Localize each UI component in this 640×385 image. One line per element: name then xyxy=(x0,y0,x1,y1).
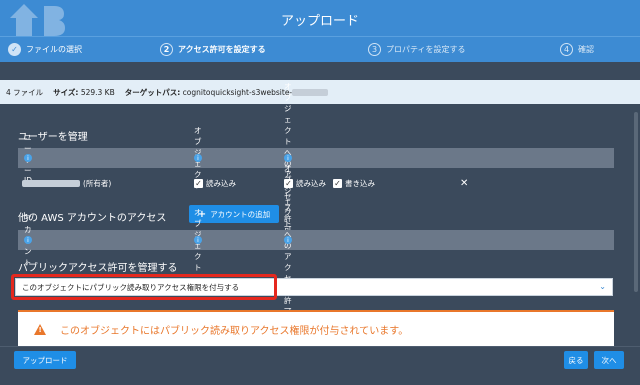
modal-title: アップロード xyxy=(280,14,359,29)
access-write-checkbox[interactable]: ✓ xyxy=(333,179,342,188)
step-set-properties[interactable]: 3 プロパティを設定する xyxy=(368,43,466,56)
upload-button[interactable]: アップロード xyxy=(14,351,76,369)
add-account-button[interactable]: + アカウントの追加 xyxy=(189,205,279,223)
accounts-table-header: アカウントi オブジェクトi オブジェクトへのアクセス許可i xyxy=(18,164,614,316)
step-review[interactable]: 4 確認 xyxy=(560,43,594,56)
step-number: 2 xyxy=(160,43,173,56)
info-icon[interactable]: i xyxy=(24,154,32,162)
read-label: 読み込み xyxy=(296,179,326,188)
size-value: 529.3 KB xyxy=(80,87,115,97)
modal-header: アップロード xyxy=(0,0,640,36)
target-path-label: ターゲットパス: xyxy=(124,87,181,97)
redacted-text xyxy=(292,89,329,96)
size-label: サイズ: xyxy=(53,87,79,97)
step-number: 3 xyxy=(368,43,381,56)
table-row: (所有者) ✓ 読み込み ✓ 読み込み ✓ 書き込み ✕ xyxy=(18,174,614,194)
info-icon[interactable]: i xyxy=(194,154,202,162)
next-button[interactable]: 次へ xyxy=(594,351,624,369)
public-access-warning: ! このオブジェクトにはパブリック読み取りアクセス権限が付与されています。 xyxy=(18,310,614,346)
file-count: 4 ファイル xyxy=(6,87,44,97)
scrollbar[interactable] xyxy=(634,112,638,292)
owner-label: (所有者) xyxy=(83,179,112,188)
back-button[interactable]: 戻る xyxy=(564,351,588,369)
redacted-user-id xyxy=(22,180,80,187)
info-icon[interactable]: i xyxy=(24,236,32,244)
checkmark-icon: ✓ xyxy=(8,43,21,56)
info-icon[interactable]: i xyxy=(284,236,292,244)
info-icon[interactable]: i xyxy=(194,236,202,244)
read-label: 読み込み xyxy=(206,179,236,188)
public-access-title: パブリックアクセス許可を管理する xyxy=(18,263,178,274)
step-label: アクセス許可を設定する xyxy=(178,45,266,54)
step-number: 4 xyxy=(560,43,573,56)
footer-divider xyxy=(0,346,640,347)
object-read-checkbox[interactable]: ✓ xyxy=(194,179,203,188)
highlight-annotation xyxy=(11,274,277,300)
users-table-header: ユーザー IDi オブジェクトi オブジェクトへのアクセス許可i xyxy=(18,82,614,234)
other-accounts-title: 他の AWS アカウントのアクセス xyxy=(18,213,167,224)
info-icon[interactable]: i xyxy=(284,154,292,162)
chevron-down-icon: ⌄ xyxy=(599,282,606,291)
warning-text: このオブジェクトにはパブリック読み取りアクセス権限が付与されています。 xyxy=(60,325,409,337)
add-account-label: アカウントの追加 xyxy=(210,209,271,219)
write-label: 書き込み xyxy=(345,179,375,188)
step-label: ファイルの選択 xyxy=(26,45,82,54)
step-label: プロパティを設定する xyxy=(386,45,466,54)
step-label: 確認 xyxy=(578,45,594,54)
remove-icon[interactable]: ✕ xyxy=(460,178,468,189)
wizard-steps: ✓ ファイルの選択 2 アクセス許可を設定する 3 プロパティを設定する 4 確… xyxy=(0,36,640,62)
warning-icon: ! xyxy=(34,323,46,335)
step-set-permissions[interactable]: 2 アクセス許可を設定する xyxy=(160,43,266,56)
target-path-value: cognitoquicksight-s3website- xyxy=(182,87,293,97)
upload-info-bar: 4 ファイル サイズ: 529.3 KB ターゲットパス: cognitoqui… xyxy=(0,80,640,104)
step-select-files[interactable]: ✓ ファイルの選択 xyxy=(8,43,82,56)
